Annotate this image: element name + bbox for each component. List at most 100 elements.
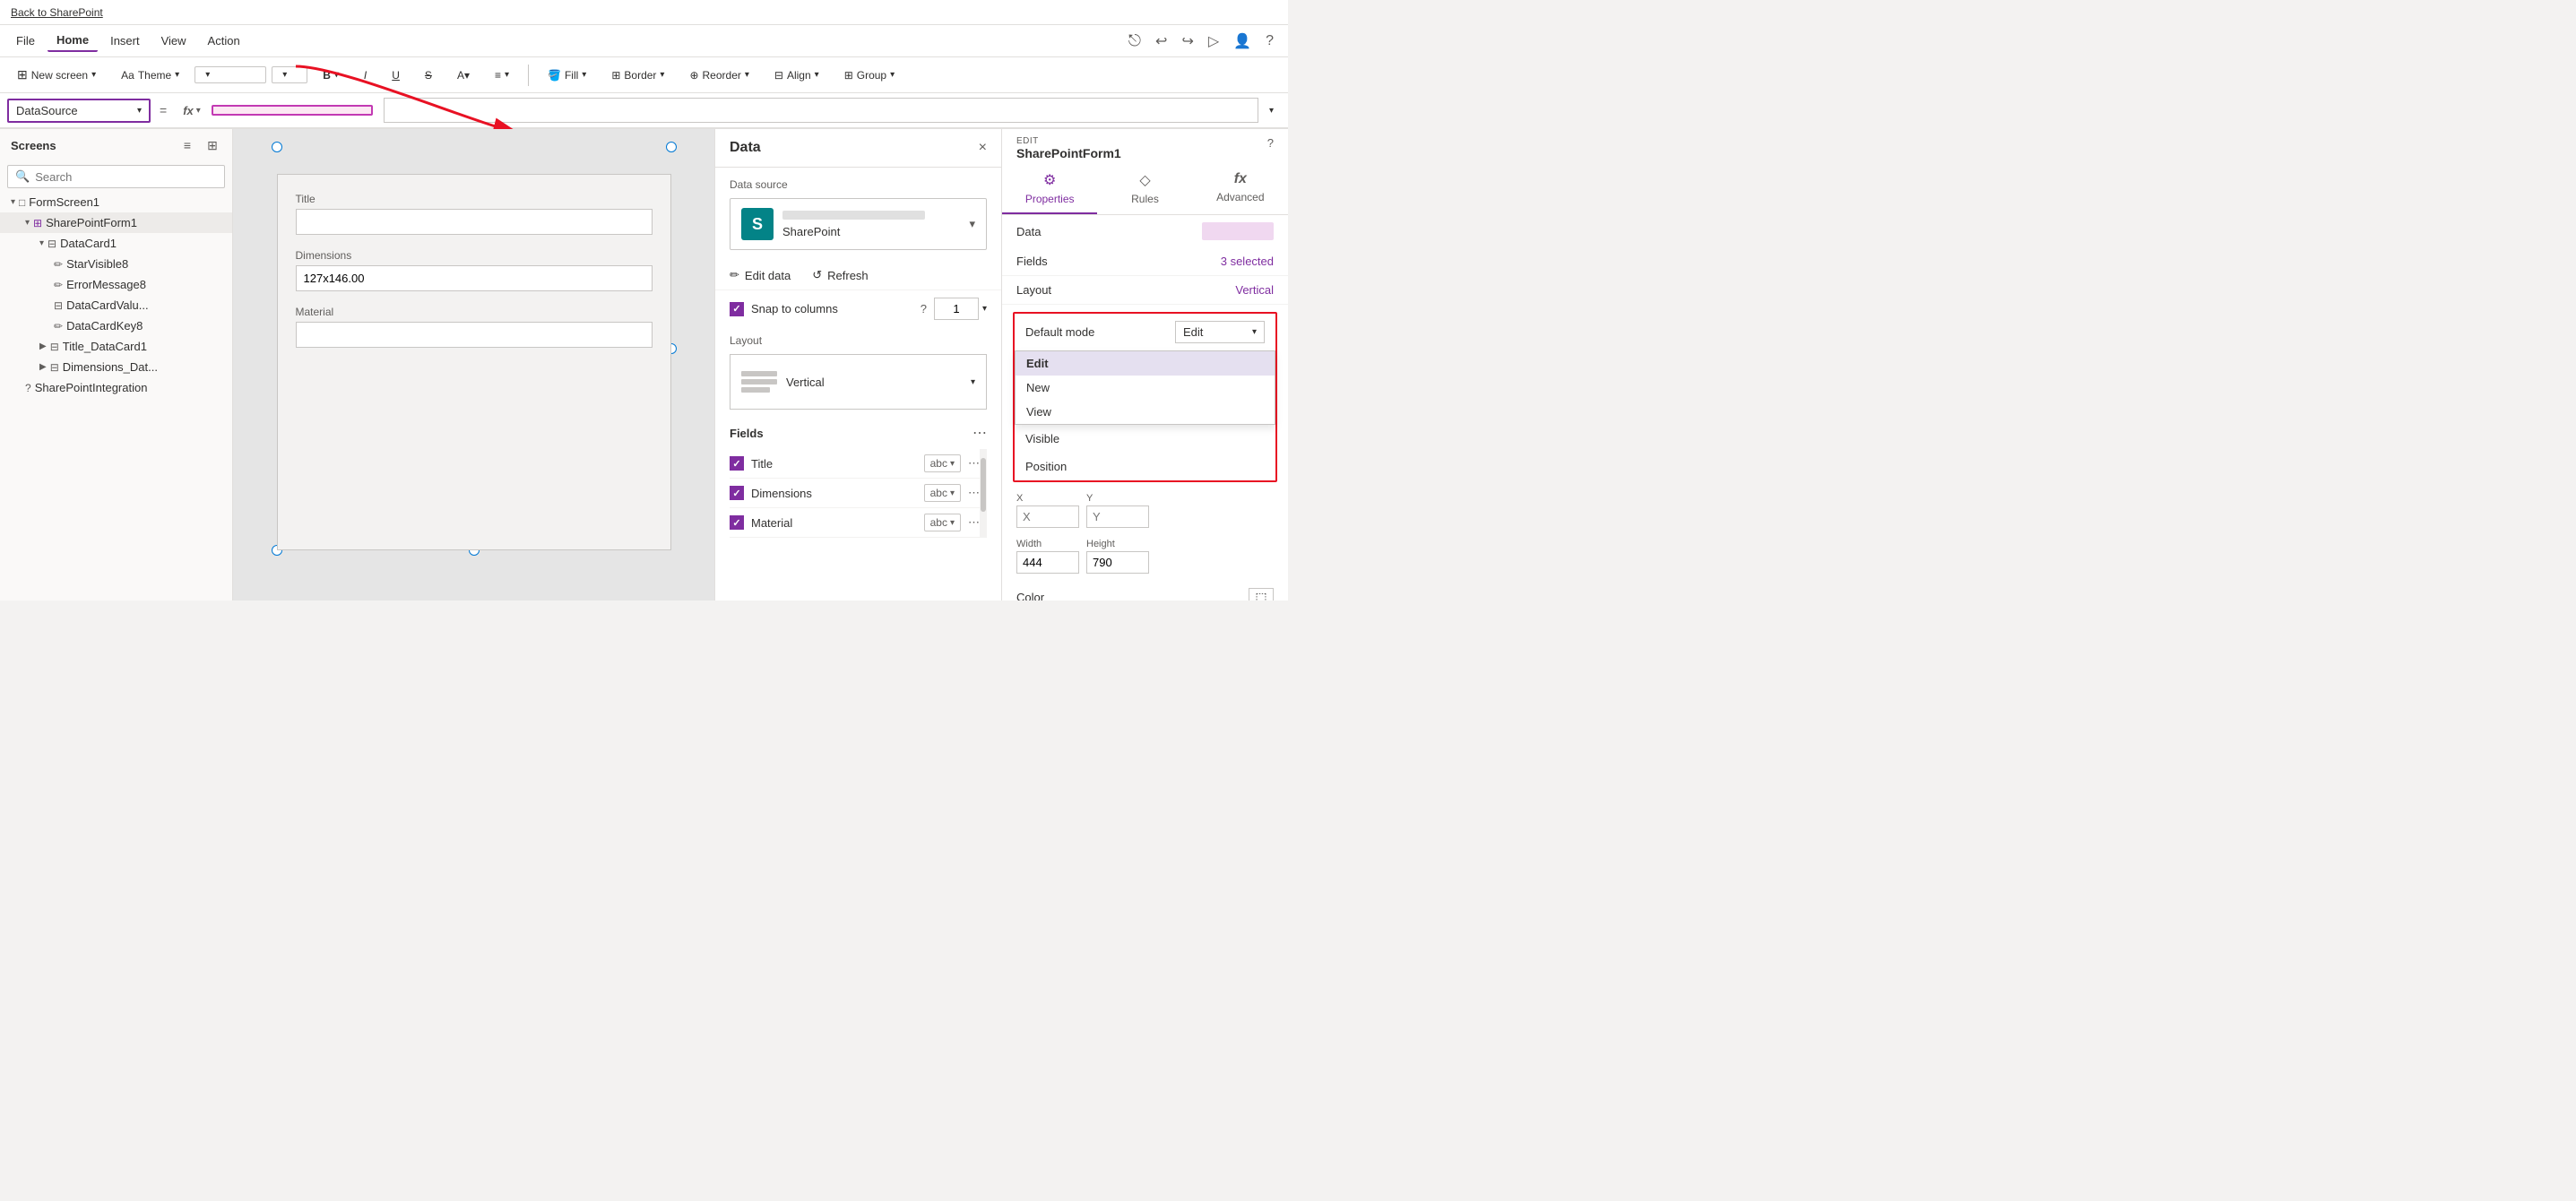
data-panel-close-button[interactable]: × <box>979 140 987 156</box>
field-material-options[interactable]: ⋯ <box>968 515 980 530</box>
tab-advanced[interactable]: fx Advanced <box>1193 164 1288 214</box>
search-input[interactable] <box>35 170 217 184</box>
field-title-type[interactable]: abc ▾ <box>924 454 961 472</box>
form-container: Title Dimensions Material <box>277 174 671 550</box>
sidebar-item-sharepointform1[interactable]: ▾ ⊞ SharePointForm1 <box>0 212 232 233</box>
sidebar-item-formscreen1[interactable]: ▾ □ FormScreen1 <box>0 192 232 212</box>
theme-button[interactable]: Aa Theme ▾ <box>111 65 189 86</box>
codesign-icon[interactable]: ⎋ <box>1128 31 1141 50</box>
fill-button[interactable]: 🪣 Fill ▾ <box>538 65 596 86</box>
sidebar-item-sharepointintegration[interactable]: ? SharePointIntegration <box>0 377 232 398</box>
props-data-label: Data <box>1016 225 1202 238</box>
dropdown-item-view[interactable]: View <box>1016 400 1275 424</box>
tab-rules[interactable]: ◇ Rules <box>1097 164 1192 214</box>
scrollbar-thumb[interactable] <box>981 458 986 512</box>
handle-topright[interactable] <box>666 142 677 152</box>
panel-actions: ✏ Edit data ↺ Refresh <box>715 261 1001 289</box>
field-title-options[interactable]: ⋯ <box>968 456 980 471</box>
sidebar-item-datacardvalue[interactable]: ⊟ DataCardValu... <box>0 295 232 315</box>
user-icon[interactable]: 👤 <box>1233 32 1251 50</box>
refresh-action[interactable]: ↺ Refresh <box>812 268 868 282</box>
fields-section: Fields ⋯ ✓ Title abc ▾ ⋯ <box>715 417 1001 545</box>
field-title-checkbox[interactable]: ✓ <box>730 456 744 471</box>
field-material-type[interactable]: abc ▾ <box>924 514 961 531</box>
sidebar-item-starvisible8[interactable]: ✏ StarVisible8 <box>0 254 232 274</box>
sidebar-item-dimensions-dat[interactable]: ▶ ⊟ Dimensions_Dat... <box>0 357 232 377</box>
field-dimensions-options[interactable]: ⋯ <box>968 486 980 500</box>
list-view-icon[interactable]: ≡ <box>178 136 196 154</box>
material-field-input[interactable] <box>296 322 653 348</box>
dimensions-field-input[interactable] <box>296 265 653 291</box>
default-mode-section: Default mode Edit ▾ Edit New View <box>1013 312 1277 482</box>
formula-extended-bar[interactable] <box>384 98 1258 123</box>
border-button[interactable]: ⊞ Border ▾ <box>601 65 674 86</box>
align-button[interactable]: ⊟ Align ▾ <box>765 65 829 86</box>
theme-label: Theme <box>138 69 171 82</box>
text-align-button[interactable]: ≡ ▾ <box>485 65 519 86</box>
datasource-section: Data source S SharePoint ▾ <box>715 168 1001 261</box>
menu-action[interactable]: Action <box>199 30 249 51</box>
fill-chevron: ▾ <box>582 70 586 80</box>
layout-box[interactable]: Vertical ▾ <box>730 354 987 410</box>
datacardvalue-icon: ⊟ <box>54 299 63 312</box>
handle-topleft[interactable] <box>272 142 282 152</box>
help-icon[interactable]: ? <box>1266 33 1274 49</box>
tab-properties[interactable]: ⚙ Properties <box>1002 164 1097 214</box>
menu-home[interactable]: Home <box>48 30 98 52</box>
undo-icon[interactable]: ↩ <box>1155 32 1167 50</box>
italic-button[interactable]: I <box>354 65 376 86</box>
sidebar-item-title-datacard1[interactable]: ▶ ⊟ Title_DataCard1 <box>0 336 232 357</box>
props-fields-value[interactable]: 3 selected <box>1221 255 1274 268</box>
new-screen-button[interactable]: ⊞ New screen ▾ <box>7 63 106 87</box>
fields-scrollbar[interactable] <box>980 449 987 538</box>
color-swatch[interactable]: ⬚ <box>1249 588 1274 600</box>
datasource-item[interactable]: S SharePoint ▾ <box>730 198 987 250</box>
dropdown-item-edit[interactable]: Edit <box>1016 351 1275 376</box>
snap-columns-input[interactable] <box>934 298 979 320</box>
sidebar-item-datacardkey8[interactable]: ✏ DataCardKey8 <box>0 315 232 336</box>
grid-view-icon[interactable]: ⊞ <box>203 136 221 154</box>
underline-button[interactable]: U <box>382 65 410 86</box>
props-layout-value[interactable]: Vertical <box>1235 283 1274 297</box>
font-family-dropdown[interactable]: ▾ <box>194 66 266 83</box>
height-input[interactable] <box>1086 551 1149 574</box>
redo-icon[interactable]: ↪ <box>1181 32 1193 50</box>
sharepointform1-label: SharePointForm1 <box>46 216 137 229</box>
menu-view[interactable]: View <box>152 30 195 51</box>
field-dimensions-type[interactable]: abc ▾ <box>924 484 961 502</box>
dropdown-item-new[interactable]: New <box>1016 376 1275 400</box>
fields-more-button[interactable]: ⋯ <box>972 424 987 442</box>
reorder-button[interactable]: ⊕ Reorder ▾ <box>679 65 758 86</box>
formula-expand-chevron[interactable]: ▾ <box>1262 106 1281 116</box>
snap-checkbox[interactable]: ✓ <box>730 302 744 316</box>
width-input[interactable] <box>1016 551 1079 574</box>
datasource-info: SharePoint <box>782 211 960 238</box>
formula-name-field[interactable]: DataSource ▾ <box>7 99 151 123</box>
field-material-checkbox[interactable]: ✓ <box>730 515 744 530</box>
x-input[interactable] <box>1016 505 1079 528</box>
search-box[interactable]: 🔍 <box>7 165 225 188</box>
font-color-button[interactable]: A▾ <box>447 65 480 86</box>
formula-fx-button[interactable]: fx ▾ <box>176 100 208 121</box>
props-data-value[interactable] <box>1202 222 1274 240</box>
group-button[interactable]: ⊞ Group ▾ <box>834 65 904 86</box>
menu-file[interactable]: File <box>7 30 44 51</box>
sidebar-item-errormessage8[interactable]: ✏ ErrorMessage8 <box>0 274 232 295</box>
title-field-input[interactable] <box>296 209 653 235</box>
edit-data-action[interactable]: ✏ Edit data <box>730 268 791 282</box>
play-icon[interactable]: ▷ <box>1208 32 1219 50</box>
sidebar-item-datacard1[interactable]: ▾ ⊟ DataCard1 <box>0 233 232 254</box>
bold-button[interactable]: B ▾ <box>313 65 349 86</box>
formula-value-field[interactable] <box>212 105 373 116</box>
menu-insert[interactable]: Insert <box>101 30 149 51</box>
dimensions-field-label: Dimensions <box>296 249 653 262</box>
props-help-icon[interactable]: ? <box>1267 136 1274 150</box>
back-to-sharepoint-link[interactable]: Back to SharePoint <box>11 6 103 19</box>
field-dimensions-checkbox[interactable]: ✓ <box>730 486 744 500</box>
snap-help-icon[interactable]: ? <box>921 302 927 315</box>
font-size-dropdown[interactable]: ▾ <box>272 66 307 83</box>
default-mode-select[interactable]: Edit ▾ <box>1175 321 1265 343</box>
fill-label: Fill <box>565 69 578 82</box>
strikethrough-button[interactable]: S <box>415 65 442 86</box>
y-input[interactable] <box>1086 505 1149 528</box>
